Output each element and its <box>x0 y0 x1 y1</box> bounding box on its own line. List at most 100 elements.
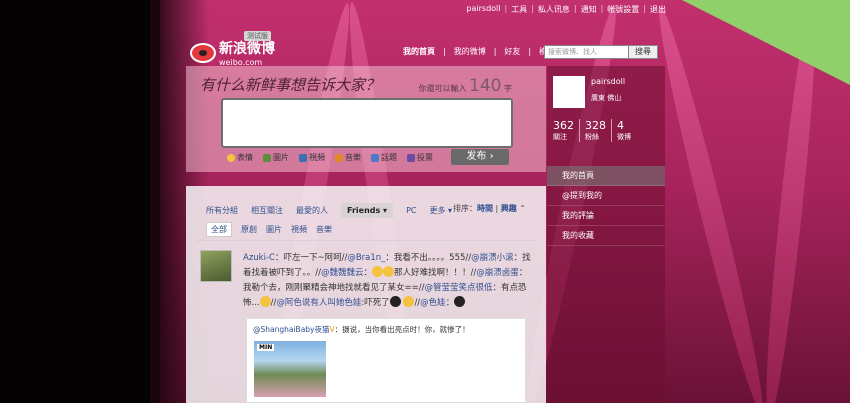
search-input[interactable]: 搜索微博、找人 <box>544 45 629 59</box>
emoticon-icon <box>227 153 235 162</box>
nav-my-home[interactable]: 我的首頁 <box>403 46 435 57</box>
profile-name[interactable]: pairsdoll <box>591 77 625 86</box>
separator: | <box>493 47 497 56</box>
nav-friends[interactable]: 好友 <box>504 46 520 57</box>
filter-pc[interactable]: PC <box>406 206 416 215</box>
post-text: ： <box>363 268 373 278</box>
photo-tag: MIN <box>257 344 275 351</box>
logo-text-cn: 新浪微博 <box>219 41 275 57</box>
profile-stats: 362 關注 328 粉絲 4 微博 <box>553 119 641 142</box>
cry-emoticon-icon <box>403 296 415 307</box>
logout-link[interactable]: 退出 <box>650 4 666 15</box>
repost-photo[interactable]: MIN <box>254 341 326 397</box>
filter-more[interactable]: 更多 ▾ <box>429 205 452 216</box>
collapse-icon[interactable]: ⌃ <box>519 204 526 213</box>
compose-textarea[interactable] <box>221 98 513 148</box>
stat-number: 4 <box>617 119 624 132</box>
black-emoticon-icon <box>389 296 401 307</box>
char-counter: 你還可以輸入 140 字 <box>418 76 512 96</box>
post-text: ：吓左一下~阿呵// <box>274 253 348 263</box>
side-menu-home[interactable]: 我的首頁 <box>547 166 665 186</box>
repost-text: @ShanghaiBaby夜猫V：摄说，当你看出亮点时！你，就惨了！ <box>253 324 470 335</box>
notify-link[interactable]: 通知 <box>581 4 597 15</box>
stat-number: 362 <box>553 119 574 132</box>
stat-label: 微博 <box>617 133 631 141</box>
smile-emoticon-icon <box>372 266 384 277</box>
post-text: ： <box>445 298 455 308</box>
mention-link[interactable]: @崩溃卤蛋 <box>476 268 519 278</box>
mention-link[interactable]: @崩溃小滚 <box>471 253 514 263</box>
account-settings-link[interactable]: 帐號設置 <box>607 4 639 15</box>
separator: | <box>528 47 532 56</box>
tool-image[interactable]: 圖片 <box>263 152 289 163</box>
post-text: ：我看不出。。。。555// <box>385 253 472 263</box>
profile-avatar[interactable] <box>553 76 585 108</box>
repost-author[interactable]: @ShanghaiBaby夜猫 <box>253 325 330 334</box>
filter-all-groups[interactable]: 所有分組 <box>206 205 238 216</box>
counter-number: 140 <box>469 76 502 96</box>
side-menu-comments[interactable]: 我的評論 <box>547 206 665 226</box>
stat-followers[interactable]: 328 粉絲 <box>585 119 612 142</box>
weibo-eye-icon <box>190 42 216 63</box>
weibo-post: Azuki-C：吓左一下~阿呵//@Bra1n_：我看不出。。。。555//@崩… <box>243 251 533 311</box>
repost-body: ：摄说，当你看出亮点时！你，就惨了！ <box>334 325 470 334</box>
tool-music[interactable]: 音樂 <box>335 152 361 163</box>
stat-weibo-count[interactable]: 4 微博 <box>617 119 636 142</box>
tool-emoticon[interactable]: 表情 <box>227 152 253 163</box>
tool-topic[interactable]: 話題 <box>371 152 397 163</box>
mention-link[interactable]: @色娃 <box>420 298 446 308</box>
image-icon <box>263 153 271 162</box>
sweat-emoticon-icon <box>259 296 271 307</box>
divider <box>196 240 536 241</box>
mention-link[interactable]: @阿色说有人叫她色娃 <box>276 298 361 308</box>
mention-link[interactable]: @魏魏魏云 <box>321 268 364 278</box>
arrow-right-icon: › <box>489 151 494 162</box>
type-original[interactable]: 原創 <box>241 224 257 235</box>
filter-mutual[interactable]: 相互關注 <box>251 205 283 216</box>
stat-label: 關注 <box>553 133 567 141</box>
tool-label: 話題 <box>381 153 397 162</box>
stat-following[interactable]: 362 關注 <box>553 119 580 142</box>
mention-link[interactable]: @Bra1n_ <box>347 253 385 263</box>
type-all[interactable]: 全部 <box>206 222 232 237</box>
repost-box: @ShanghaiBaby夜猫V：摄说，当你看出亮点时！你，就惨了！ MIN <box>246 318 526 403</box>
side-menu-mentions[interactable]: @提到我的 <box>547 186 665 206</box>
weibo-logo[interactable]: 新浪微博 weibo.com <box>190 38 275 67</box>
separator: | <box>573 4 577 13</box>
type-filters: 全部 原創 圖片 視頻 音樂 <box>206 222 332 237</box>
profile-location: 廣東 佛山 <box>591 94 622 102</box>
laugh-emoticon-icon <box>383 266 395 277</box>
post-text: 那人好难找啊！！！// <box>394 268 477 278</box>
type-music[interactable]: 音樂 <box>316 224 332 235</box>
type-video[interactable]: 視頻 <box>291 224 307 235</box>
tools-link[interactable]: 工具 <box>511 4 527 15</box>
filter-favorites[interactable]: 最愛的人 <box>296 205 328 216</box>
sort-time[interactable]: 時間 <box>477 204 493 213</box>
username-link[interactable]: pairsdoll <box>466 4 500 15</box>
side-menu-favorites[interactable]: 我的收藏 <box>547 226 665 246</box>
tool-vote[interactable]: 投票 <box>407 152 433 163</box>
publish-box: 有什么新鲜事想告诉大家？ 你還可以輸入 140 字 表情 圖片 視頻 音樂 話題… <box>186 66 546 172</box>
type-images[interactable]: 圖片 <box>266 224 282 235</box>
side-menu: 我的首頁 @提到我的 我的評論 我的收藏 <box>547 166 665 246</box>
post-button[interactable]: 发布 › <box>451 149 509 165</box>
black-emoticon-icon <box>454 296 466 307</box>
mention-link[interactable]: @管莹莹笑点很低 <box>424 283 492 293</box>
filter-friends[interactable]: Friends ▾ <box>341 203 394 218</box>
messages-link[interactable]: 私人讯息 <box>538 4 570 15</box>
profile-sidebar: pairsdoll 廣東 佛山 362 關注 328 粉絲 4 微博 我的首頁 … <box>547 66 665 403</box>
author-name[interactable]: Azuki-C <box>243 253 275 263</box>
separator: | <box>600 4 604 13</box>
publish-tools: 表情 圖片 視頻 音樂 話題 投票 <box>227 152 433 163</box>
sort-separator: | <box>495 204 499 213</box>
search-button[interactable]: 搜尋 <box>628 45 658 59</box>
stat-label: 粉絲 <box>585 133 599 141</box>
tool-video[interactable]: 視頻 <box>299 152 325 163</box>
sort-control: 排序：時間 | 興趣 ⌃ <box>453 203 526 214</box>
music-icon <box>335 153 343 162</box>
sort-hot[interactable]: 興趣 <box>501 204 517 213</box>
separator: | <box>504 4 508 13</box>
nav-my-weibo[interactable]: 我的微博 <box>454 46 486 57</box>
author-avatar[interactable] <box>200 250 232 282</box>
post-text: :吓死了 <box>361 298 390 308</box>
